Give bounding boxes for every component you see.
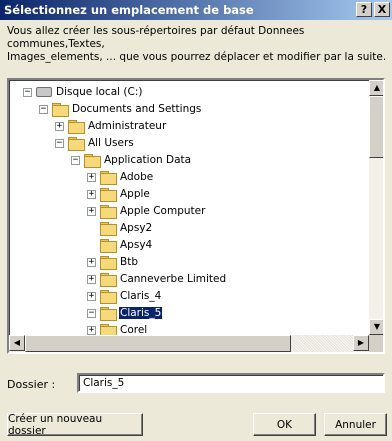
tree-item[interactable]: + Btb <box>87 254 139 270</box>
tree-item[interactable]: + Administrateur <box>55 118 167 134</box>
tree-item-label: Canneverbe Limited <box>120 273 227 285</box>
tree-item-label: Documents and Settings <box>72 103 202 115</box>
folder-icon <box>100 170 117 185</box>
expand-icon[interactable]: + <box>87 206 96 216</box>
tree-item-label: Apsy2 <box>120 222 153 234</box>
folder-icon <box>100 221 117 236</box>
collapse-icon[interactable]: − <box>87 308 96 318</box>
tree-item[interactable]: − Disque local (C:) <box>23 84 143 100</box>
folder-icon <box>100 306 117 321</box>
help-button[interactable]: ? <box>356 2 372 17</box>
drive-icon <box>36 87 52 97</box>
folder-icon <box>68 119 85 134</box>
tree-item[interactable]: + Apple <box>87 186 151 202</box>
scrollbar-corner <box>369 335 383 352</box>
folder-icon <box>100 238 117 253</box>
tree-item[interactable]: + Canneverbe Limited <box>87 271 227 287</box>
collapse-icon[interactable]: − <box>23 87 32 97</box>
tree-item-label: Application Data <box>104 154 192 166</box>
scroll-up-button[interactable]: ▲ <box>369 80 383 96</box>
folder-icon <box>84 153 101 168</box>
tree-item-label: Btb <box>120 256 138 268</box>
tree-item-label: Corel <box>120 324 148 335</box>
horizontal-scrollbar[interactable]: ◀ ▶ <box>9 335 369 352</box>
folder-icon <box>100 289 117 304</box>
folder-tree[interactable]: − Disque local (C:) − Documents and Setting… <box>7 78 385 354</box>
folder-name-input[interactable] <box>77 373 385 393</box>
tree-viewport[interactable]: − Disque local (C:) − Documents and Setting… <box>9 80 369 335</box>
folder-icon <box>68 136 85 151</box>
vertical-scroll-thumb[interactable] <box>369 96 383 158</box>
scroll-down-button[interactable]: ▼ <box>369 319 383 335</box>
tree-item[interactable]: Apsy4 <box>87 237 153 253</box>
tree-item-label: Claris_4 <box>120 290 162 302</box>
tree-item-label: All Users <box>88 137 134 149</box>
tree-item[interactable]: Apsy2 <box>87 220 153 236</box>
expand-icon[interactable]: + <box>87 172 96 182</box>
expand-icon[interactable]: + <box>55 121 64 131</box>
tree-item-label: Claris_5 <box>117 306 164 320</box>
folder-icon <box>100 323 117 335</box>
title-bar[interactable]: Sélectionnez un emplacement de base ? X <box>0 0 392 20</box>
tree-item-label: Apple Computer <box>120 205 206 217</box>
description-text: Vous allez créer les sous-répertoires pa… <box>7 25 387 63</box>
tree-item[interactable]: − All Users <box>55 135 135 151</box>
tree-item[interactable]: − Documents and Settings <box>39 101 202 117</box>
cancel-button[interactable]: Annuler <box>324 413 387 436</box>
folder-icon <box>100 204 117 219</box>
tree-item-label: Disque local (C:) <box>56 86 143 98</box>
folder-icon <box>52 102 69 117</box>
tree-item[interactable]: + Adobe <box>87 169 154 185</box>
expand-icon[interactable]: + <box>87 257 96 267</box>
tree-item-label: Apsy4 <box>120 239 153 251</box>
expand-icon[interactable]: + <box>87 274 96 284</box>
tree-item-label: Apple <box>120 188 150 200</box>
tree-item[interactable]: + Corel <box>87 322 148 335</box>
expand-icon[interactable]: + <box>87 325 96 335</box>
tree-item-label: Administrateur <box>88 120 167 132</box>
tree-item-label: Adobe <box>120 171 154 183</box>
new-folder-button[interactable]: Créer un nouveau dossier <box>7 413 143 437</box>
tree-item[interactable]: − Application Data <box>71 152 192 168</box>
tree-item[interactable]: + Apple Computer <box>87 203 206 219</box>
horizontal-scroll-thumb[interactable] <box>25 335 291 352</box>
folder-icon <box>100 255 117 270</box>
vertical-scrollbar[interactable]: ▲ ▼ <box>369 80 383 335</box>
tree-item[interactable]: + Claris_4 <box>87 288 162 304</box>
collapse-icon[interactable]: − <box>55 138 64 148</box>
dialog-title: Sélectionnez un emplacement de base <box>4 3 254 17</box>
collapse-icon[interactable]: − <box>71 155 80 165</box>
scroll-left-button[interactable]: ◀ <box>9 335 25 351</box>
collapse-icon[interactable]: − <box>39 104 48 114</box>
ok-button[interactable]: OK <box>253 413 316 436</box>
tree-item[interactable]: − Claris_5 <box>87 305 164 321</box>
close-button[interactable]: X <box>374 2 390 17</box>
expand-icon[interactable]: + <box>87 189 96 199</box>
expand-icon[interactable]: + <box>87 291 96 301</box>
scroll-right-button[interactable]: ▶ <box>353 335 369 351</box>
folder-label: Dossier : <box>7 378 56 391</box>
folder-icon <box>100 272 117 287</box>
folder-icon <box>100 187 117 202</box>
